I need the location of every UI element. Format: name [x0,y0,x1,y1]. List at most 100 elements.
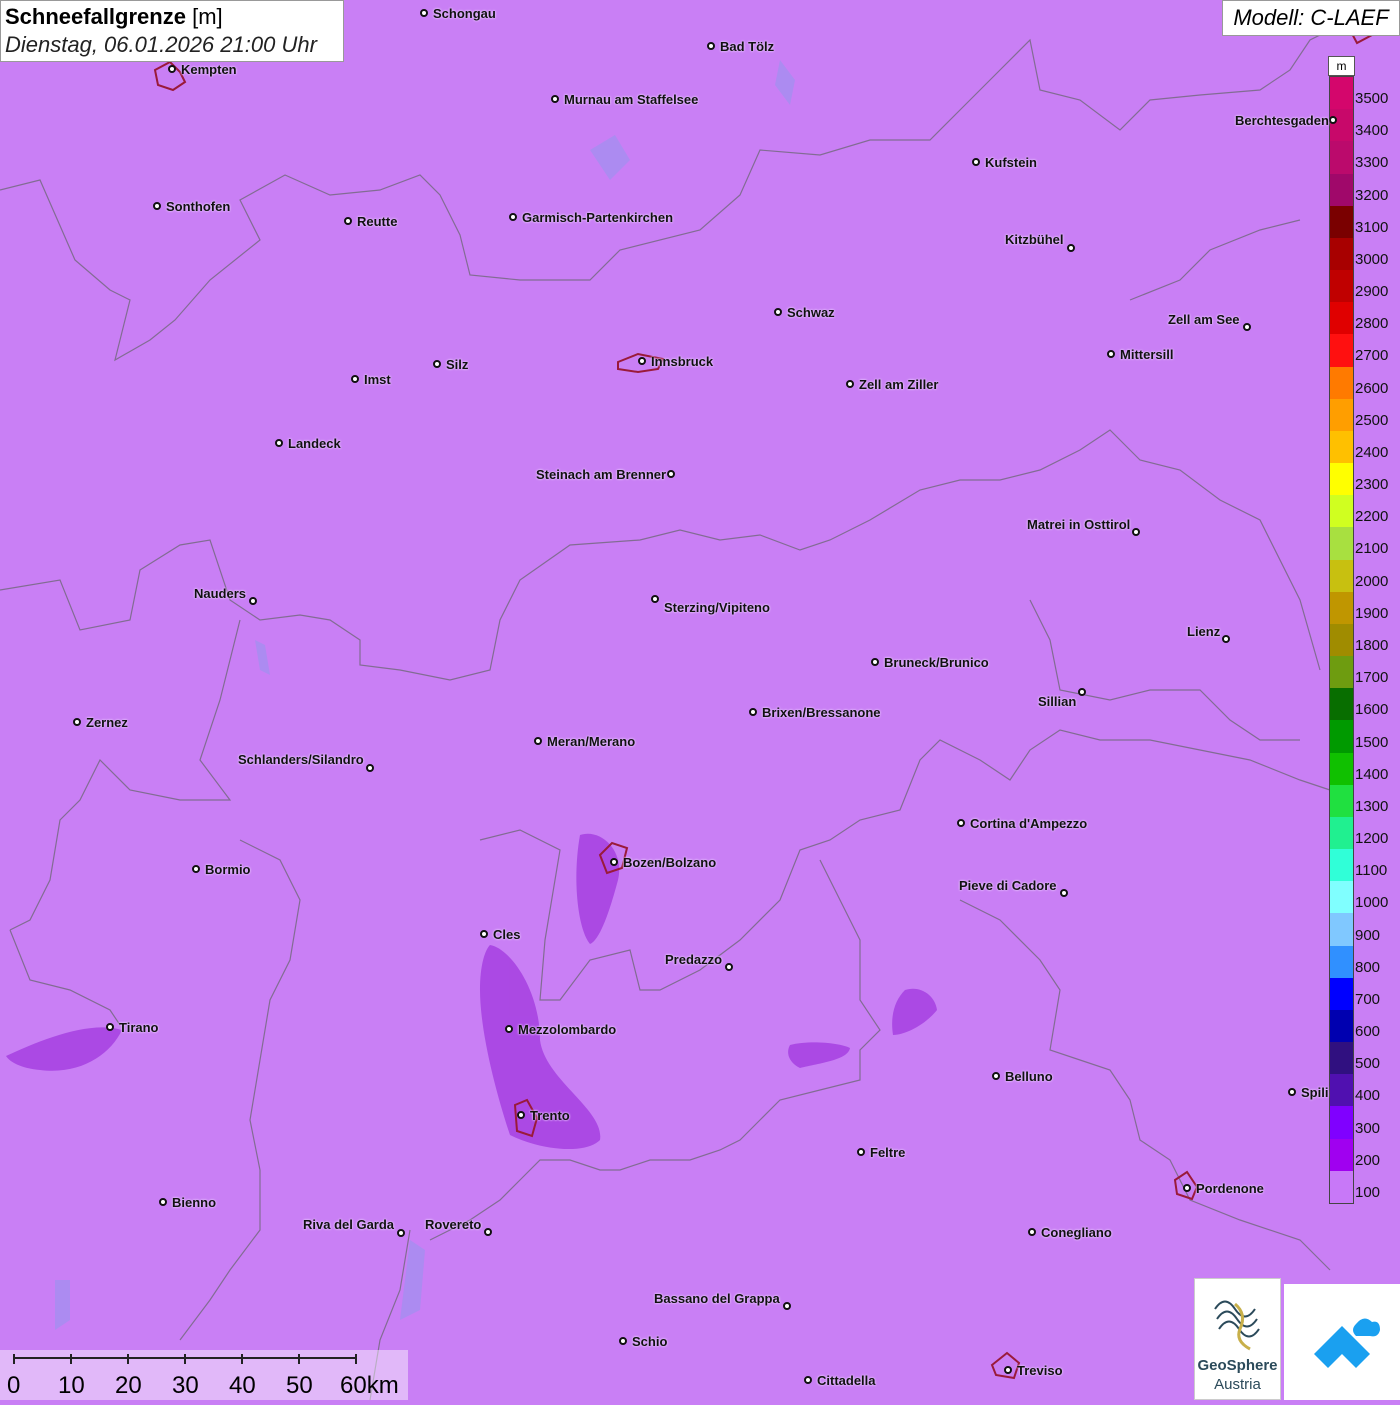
legend-swatch [1330,334,1353,368]
city-marker[interactable] [1132,528,1140,536]
city-marker[interactable] [344,217,352,225]
legend-label: 500 [1355,1055,1381,1073]
city-marker[interactable] [420,9,428,17]
legend-swatch [1330,849,1353,882]
geosphere-logo[interactable]: GeoSphere Austria [1194,1278,1281,1400]
city-marker[interactable] [505,1025,513,1033]
city-marker[interactable] [992,1072,1000,1080]
legend-swatch [1330,1138,1353,1172]
city-label: Bozen/Bolzano [623,855,717,870]
legend-swatch [1330,205,1353,239]
city-marker[interactable] [774,308,782,316]
city-marker[interactable] [1329,116,1337,124]
city-marker[interactable] [957,819,965,827]
legend-label: 800 [1355,958,1381,976]
city-marker[interactable] [972,158,980,166]
legend-swatch [1330,913,1353,947]
city-marker[interactable] [651,595,659,603]
legend-label: 1000 [1355,894,1389,912]
geosphere-logo-line2: Austria [1214,1376,1261,1393]
legend-label: 1900 [1355,604,1389,622]
city-label: Conegliano [1041,1225,1112,1240]
legend-swatch [1330,141,1353,174]
city-marker[interactable] [1222,635,1230,643]
city-label: Bruneck/Brunico [884,655,989,670]
legend-label: 2600 [1355,379,1389,397]
city-label: Pordenone [1196,1181,1264,1196]
city-label: Kitzbühel [1005,232,1064,247]
legend-label: 1200 [1355,830,1389,848]
legend-swatch [1330,784,1353,818]
city-marker[interactable] [1288,1088,1296,1096]
city-marker[interactable] [484,1228,492,1236]
legend-label: 1700 [1355,669,1389,687]
city-marker[interactable] [1004,1366,1012,1374]
legend-label: 1300 [1355,797,1389,815]
legend-swatch [1330,1074,1353,1107]
city-marker[interactable] [275,439,283,447]
city-marker[interactable] [857,1148,865,1156]
city-label: Feltre [870,1145,906,1160]
city-marker[interactable] [619,1337,627,1345]
city-marker[interactable] [783,1302,791,1310]
city-marker[interactable] [707,42,715,50]
city-label: Innsbruck [651,354,714,369]
city-label: Meran/Merano [547,734,636,749]
city-marker[interactable] [1183,1184,1191,1192]
city-marker[interactable] [106,1023,114,1031]
city-marker[interactable] [1060,889,1068,897]
legend-swatch [1330,591,1353,625]
city-marker[interactable] [1028,1228,1036,1236]
city-marker[interactable] [1107,350,1115,358]
scale-label: 50 [286,1372,313,1399]
city-marker[interactable] [667,470,675,478]
legend-swatch [1330,270,1353,303]
city-marker[interactable] [846,380,854,388]
city-marker[interactable] [517,1111,525,1119]
scale-bar: 0 10 20 30 40 50 60km [0,1350,408,1400]
legend-label: 3100 [1355,218,1389,236]
partner-logo[interactable] [1284,1284,1400,1400]
city-marker[interactable] [249,597,257,605]
legend-swatch [1330,977,1353,1011]
city-marker[interactable] [159,1198,167,1206]
city-marker[interactable] [509,213,517,221]
city-label: Schio [632,1334,668,1349]
map-title-box: Schneefallgrenze [m] Dienstag, 06.01.202… [0,0,344,62]
city-marker[interactable] [153,202,161,210]
city-marker[interactable] [871,658,879,666]
city-label: Nauders [194,586,247,601]
city-label: Brixen/Bressanone [762,705,881,720]
city-marker[interactable] [480,930,488,938]
legend-swatch [1330,398,1353,432]
city-label: Kempten [181,62,237,77]
city-marker[interactable] [1243,323,1251,331]
city-marker[interactable] [366,764,374,772]
city-marker[interactable] [638,357,646,365]
legend-label: 1400 [1355,765,1389,783]
scale-label: 10 [58,1372,85,1399]
scale-label: 30 [172,1372,199,1399]
city-label: Sterzing/Vipiteno [664,600,770,615]
legend-swatch [1330,1170,1353,1204]
city-marker[interactable] [73,718,81,726]
city-label: Sonthofen [166,199,231,214]
city-marker[interactable] [534,737,542,745]
city-label: Treviso [1017,1363,1063,1378]
city-marker[interactable] [610,858,618,866]
legend-label: 2700 [1355,347,1389,365]
city-marker[interactable] [1078,688,1086,696]
city-marker[interactable] [192,865,200,873]
city-marker[interactable] [551,95,559,103]
city-marker[interactable] [1067,244,1075,252]
city-marker[interactable] [168,65,176,73]
city-marker[interactable] [351,375,359,383]
city-label: Zernez [86,715,128,730]
city-marker[interactable] [804,1376,812,1384]
city-marker[interactable] [725,963,733,971]
city-marker[interactable] [433,360,441,368]
city-marker[interactable] [397,1229,405,1237]
city-marker[interactable] [749,708,757,716]
legend-swatch [1330,559,1353,593]
legend-swatch [1330,366,1353,400]
